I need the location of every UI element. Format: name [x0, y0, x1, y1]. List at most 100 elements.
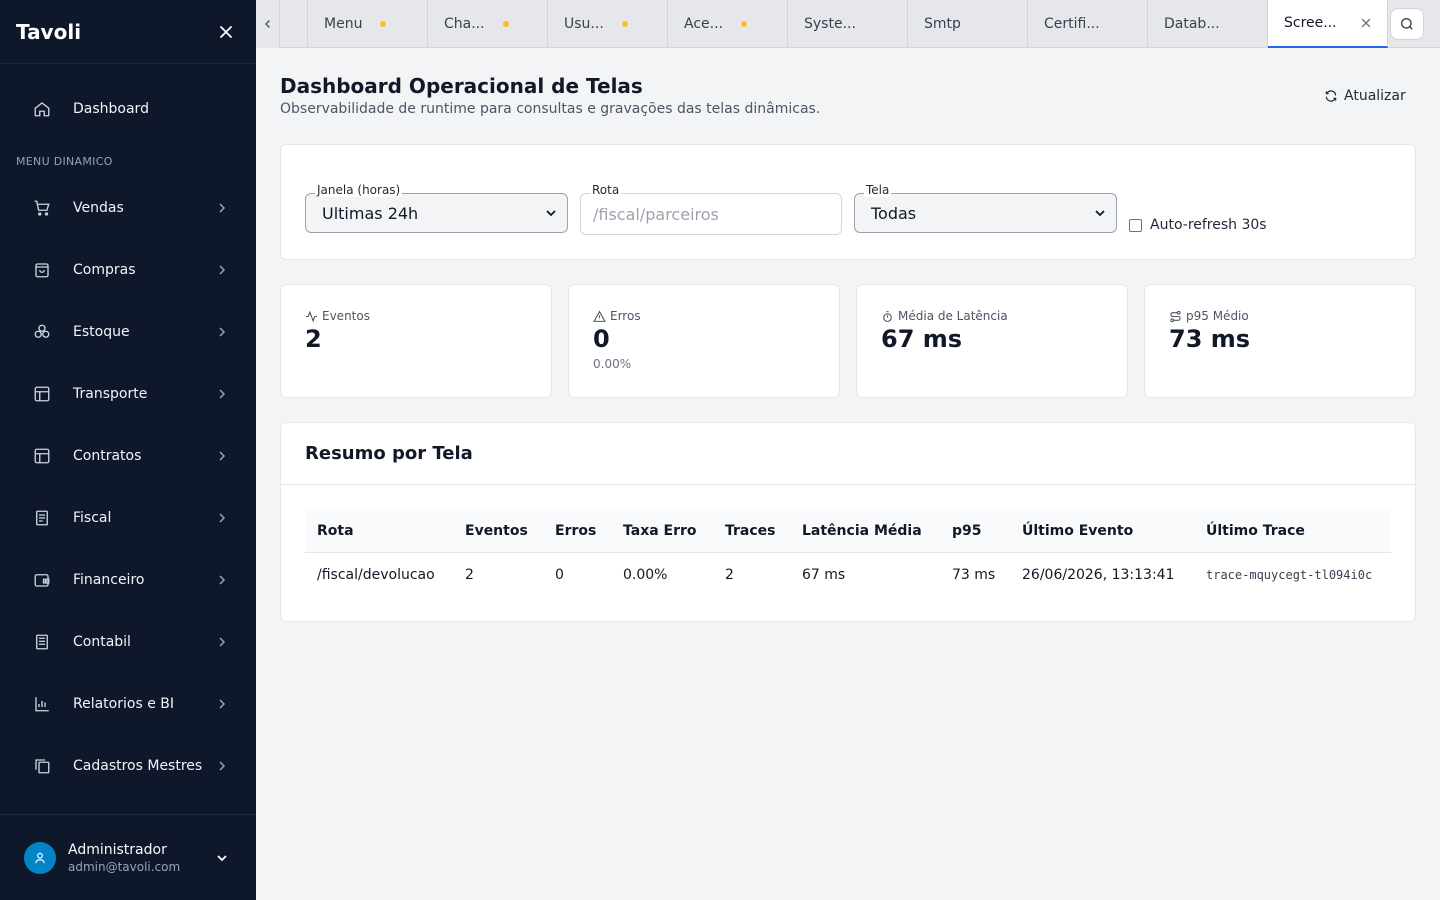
tab-ace[interactable]: Ace... — [668, 0, 788, 48]
column-header[interactable]: Latência Média — [802, 509, 922, 553]
stat-card-p95: p95 Médio 73 ms — [1144, 284, 1416, 398]
window-select[interactable]: Ultimas 24h — [305, 193, 568, 233]
chevron-right-icon — [214, 758, 230, 774]
page-title: Dashboard Operacional de Telas — [280, 74, 643, 98]
tab-search-button[interactable] — [1390, 8, 1424, 40]
sidebar-item-estoque[interactable]: Estoque — [16, 308, 240, 356]
chevron-right-icon — [214, 262, 230, 278]
sidebar-item-contabil[interactable]: Contabil — [16, 618, 240, 666]
search-icon — [1401, 18, 1413, 30]
close-tab-button[interactable] — [1361, 18, 1371, 28]
column-header[interactable]: Rota — [317, 509, 354, 553]
user-menu-toggle[interactable] — [212, 848, 232, 868]
auto-refresh-toggle[interactable]: Auto-refresh 30s — [1129, 217, 1267, 233]
tab-label: Ace... — [684, 16, 723, 32]
column-header[interactable]: Erros — [555, 509, 596, 553]
unsaved-dot — [621, 21, 628, 27]
wallet-icon — [32, 570, 52, 590]
cell-route: /fiscal/devolucao — [317, 567, 435, 583]
stat-card-avg-latency: Média de Latência 67 ms — [856, 284, 1128, 398]
screen-select-value: Todas — [871, 203, 917, 223]
route-input[interactable] — [580, 193, 842, 235]
timer-icon — [883, 310, 892, 322]
stat-label-text: Média de Latência — [898, 309, 1008, 323]
cell-last-event: 26/06/2026, 13:13:41 — [1022, 567, 1175, 583]
stat-label-text: Eventos — [322, 309, 370, 323]
tab-label: Datab... — [1164, 16, 1220, 32]
chevron-right-icon — [214, 634, 230, 650]
tab-label: Syste... — [804, 16, 856, 32]
brand-logo: Tavoli — [16, 19, 82, 44]
tab-usu[interactable]: Usu... — [548, 0, 668, 48]
sidebar-item-vendas[interactable]: Vendas — [16, 184, 240, 232]
auto-refresh-checkbox[interactable] — [1129, 218, 1142, 232]
close-sidebar-button[interactable] — [212, 18, 240, 46]
page-subtitle: Observabilidade de runtime para consulta… — [280, 101, 821, 117]
stat-label: Erros — [593, 309, 815, 323]
column-header[interactable]: Último Evento — [1022, 509, 1133, 553]
sidebar-item-compras[interactable]: Compras — [16, 246, 240, 294]
column-header[interactable]: Taxa Erro — [623, 509, 697, 553]
sidebar-item-dashboard[interactable]: Dashboard — [16, 85, 240, 133]
column-header[interactable]: Traces — [725, 509, 776, 553]
summary-table: Rota Eventos Erros Taxa Erro Traces Latê… — [305, 509, 1391, 597]
screen-field: Todas Tela — [854, 183, 1117, 233]
chevron-right-icon — [214, 572, 230, 588]
user-name: Administrador — [68, 841, 167, 858]
close-icon — [220, 25, 232, 38]
tab-label: Cha... — [444, 16, 485, 32]
table-row[interactable]: /fiscal/devolucao 2 0 0.00% 2 67 ms 73 m… — [305, 553, 1391, 597]
screen-label: Tela — [864, 183, 892, 197]
sidebar-item-label: Contabil — [73, 634, 131, 650]
unsaved-dot — [502, 21, 509, 27]
summary-title: Resumo por Tela — [281, 423, 1415, 485]
sidebar: Tavoli Dashboard MENU DINAMICO Vendas Co… — [0, 0, 256, 900]
tab-menu[interactable]: Menu — [308, 0, 428, 48]
tab-cha[interactable]: Cha... — [428, 0, 548, 48]
chevron-right-icon — [214, 200, 230, 216]
layout-icon — [32, 446, 52, 466]
chevron-right-icon — [214, 510, 230, 526]
book-icon — [32, 632, 52, 652]
sidebar-item-contratos[interactable]: Contratos — [16, 432, 240, 480]
tab-label: Scree... — [1284, 15, 1337, 31]
tab-scroll-left-button[interactable] — [256, 0, 280, 48]
avatar[interactable] — [24, 841, 56, 874]
column-header[interactable]: p95 — [952, 509, 982, 553]
column-header[interactable]: Eventos — [465, 509, 528, 553]
stat-label: Média de Latência — [881, 309, 1103, 323]
route-icon — [1170, 310, 1181, 322]
tab-label: Certifi... — [1044, 16, 1100, 32]
cell-traces: 2 — [725, 567, 734, 583]
chevron-down-icon — [217, 854, 227, 861]
boxes-icon — [32, 322, 52, 342]
close-icon — [1361, 18, 1371, 28]
chevron-down-icon — [546, 210, 556, 217]
stat-card-errors: Erros 0 0.00% — [568, 284, 840, 398]
tab-screens-active[interactable]: Scree... — [1268, 0, 1388, 48]
chevron-right-icon — [214, 448, 230, 464]
screen-select[interactable]: Todas — [854, 193, 1117, 233]
window-select-value: Ultimas 24h — [322, 203, 419, 223]
tab-certificates[interactable]: Certifi... — [1028, 0, 1148, 48]
sidebar-item-cadastros-mestres[interactable]: Cadastros Mestres — [16, 742, 240, 790]
sidebar-item-label: Financeiro — [73, 572, 145, 588]
stat-card-events: Eventos 2 — [280, 284, 552, 398]
sidebar-item-fiscal[interactable]: Fiscal — [16, 494, 240, 542]
cell-last-trace: trace-mquycegt-tl094i0c — [1206, 568, 1373, 582]
sidebar-item-financeiro[interactable]: Financeiro — [16, 556, 240, 604]
tab-label: Menu — [324, 16, 363, 32]
tab-smtp[interactable]: Smtp — [908, 0, 1028, 48]
table-header-row: Rota Eventos Erros Taxa Erro Traces Latê… — [305, 509, 1391, 553]
sidebar-item-transporte[interactable]: Transporte — [16, 370, 240, 418]
receipt-icon — [32, 508, 52, 528]
refresh-button[interactable]: Atualizar — [1316, 84, 1414, 108]
cell-error-rate: 0.00% — [623, 567, 668, 583]
tab-system[interactable]: Syste... — [788, 0, 908, 48]
column-header[interactable]: Último Trace — [1206, 509, 1305, 553]
tab-database[interactable]: Datab... — [1148, 0, 1268, 48]
sidebar-item-relatorios-bi[interactable]: Relatorios e BI — [16, 680, 240, 728]
sidebar-item-label: Relatorios e BI — [73, 696, 174, 712]
sidebar-item-label: Dashboard — [73, 101, 149, 117]
chevron-down-icon — [1095, 210, 1105, 217]
